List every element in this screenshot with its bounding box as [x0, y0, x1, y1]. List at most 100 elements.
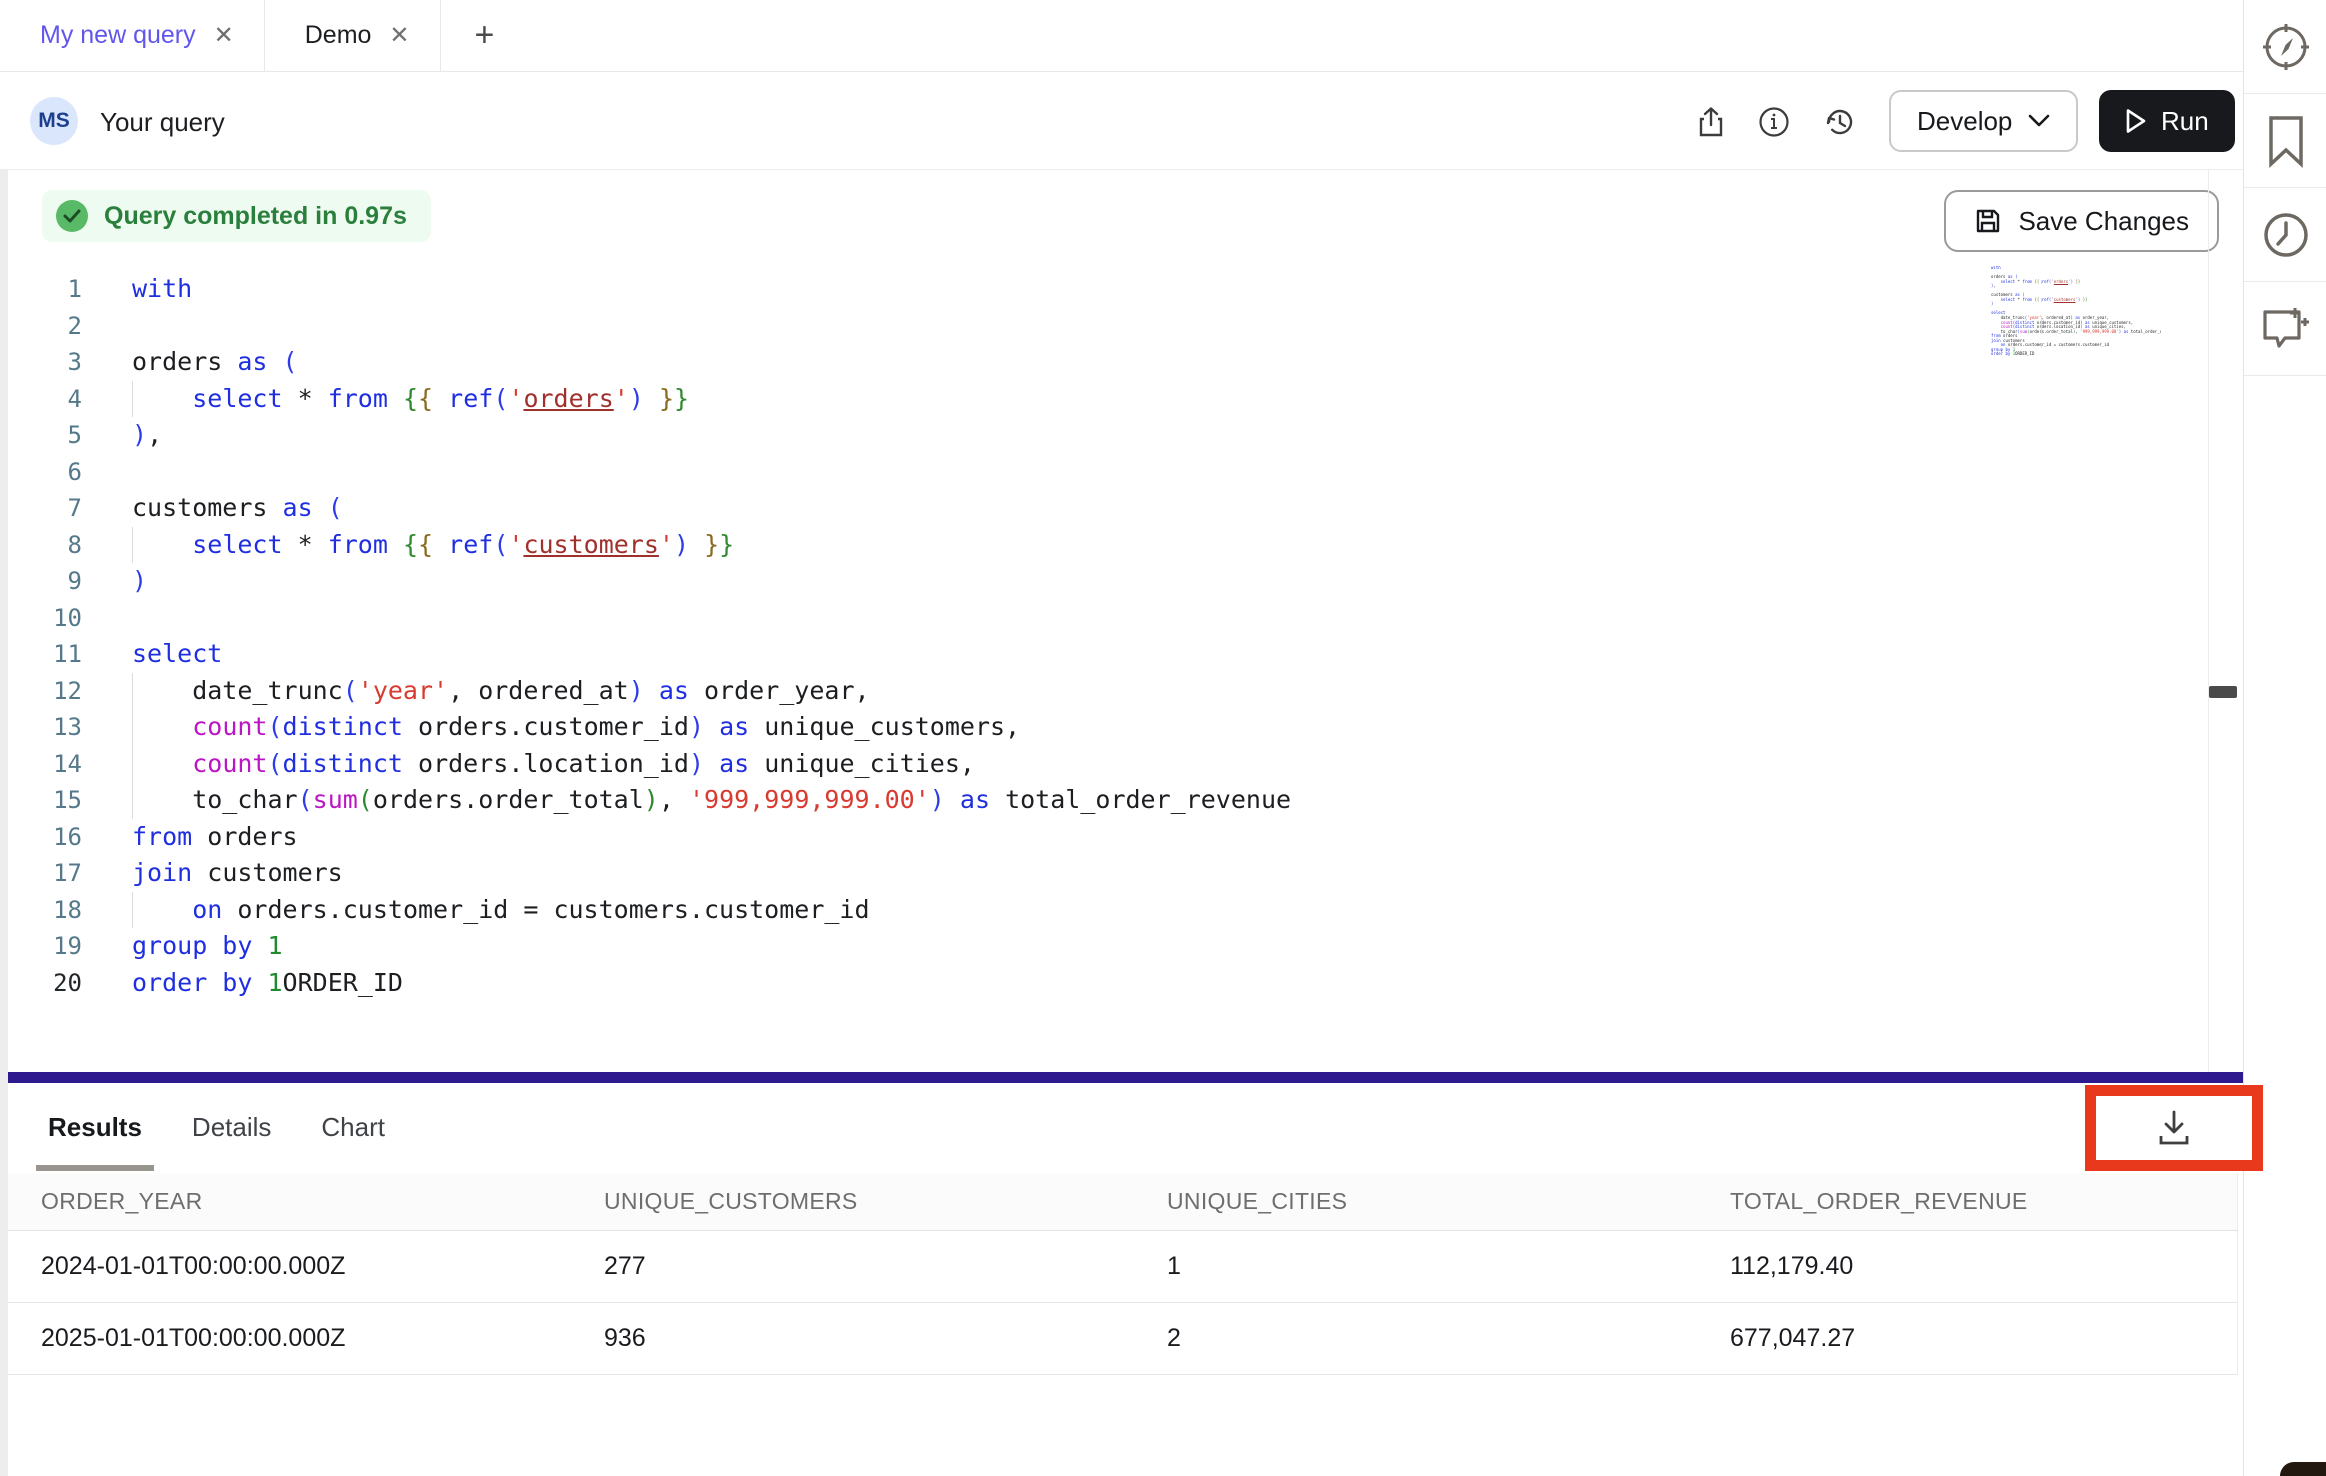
query-tab-bar: My new query✕Demo✕+ — [0, 0, 2243, 72]
code-line-19[interactable]: 19group by 1 — [8, 928, 2208, 965]
scrollbar-track — [2208, 170, 2209, 1072]
page-title: Your query — [100, 107, 225, 138]
tab-label: My new query — [40, 21, 196, 50]
annotation-highlight-box — [2085, 1085, 2263, 1171]
play-icon — [2125, 108, 2147, 134]
code-line-15[interactable]: 15 to_char(sum(orders.order_total), '999… — [8, 782, 2208, 819]
code-line-7[interactable]: 7customers as ( — [8, 490, 2208, 527]
code-line-10[interactable]: 10 — [8, 600, 2208, 637]
close-icon[interactable]: ✕ — [389, 24, 409, 48]
code-line-16[interactable]: 16from orders — [8, 819, 2208, 856]
left-gutter-strip — [0, 72, 8, 1476]
close-icon[interactable]: ✕ — [214, 24, 234, 48]
code-line-11[interactable]: 11select — [8, 636, 2208, 673]
line-number: 11 — [8, 636, 82, 673]
code-line-6[interactable]: 6 — [8, 454, 2208, 491]
line-number: 16 — [8, 819, 82, 856]
code-line-1[interactable]: 1with — [8, 271, 2208, 308]
column-header-order_year: ORDER_YEAR — [8, 1173, 571, 1230]
line-number: 18 — [8, 892, 82, 929]
code-line-20: order by 1ORDER_ID — [1991, 352, 2161, 357]
line-number: 15 — [8, 782, 82, 819]
chat-sparkles-icon[interactable] — [2244, 282, 2326, 376]
table-header-row: ORDER_YEARUNIQUE_CUSTOMERSUNIQUE_CITIEST… — [8, 1173, 2238, 1230]
develop-dropdown[interactable]: Develop — [1889, 90, 2078, 152]
check-icon — [56, 200, 88, 232]
line-number: 5 — [8, 417, 82, 454]
panel-resize-divider[interactable] — [8, 1072, 2243, 1083]
code-line-9[interactable]: 9) — [8, 563, 2208, 600]
table-cell: 277 — [571, 1230, 1134, 1302]
run-button[interactable]: Run — [2099, 90, 2235, 152]
code-line-4[interactable]: 4 select * from {{ ref('orders') }} — [8, 381, 2208, 418]
line-number: 1 — [8, 271, 82, 308]
code-line-12[interactable]: 12 date_trunc('year', ordered_at) as ord… — [8, 673, 2208, 710]
query-tab-my-new-query[interactable]: My new query ✕ — [0, 0, 265, 71]
line-number: 2 — [8, 308, 82, 345]
table-row: 2024-01-01T00:00:00.000Z2771112,179.40 — [8, 1230, 2238, 1302]
table-cell: 112,179.40 — [1697, 1230, 2238, 1302]
query-tab-demo[interactable]: Demo✕ — [265, 0, 441, 71]
results-tab-details[interactable]: Details — [192, 1083, 271, 1172]
line-number: 3 — [8, 344, 82, 381]
status-badge: Query completed in 0.97s — [42, 190, 431, 242]
corner-overlay — [2280, 1462, 2326, 1476]
develop-label: Develop — [1917, 106, 2012, 137]
results-table: ORDER_YEARUNIQUE_CUSTOMERSUNIQUE_CITIEST… — [8, 1173, 2238, 1375]
results-tab-chart[interactable]: Chart — [321, 1083, 385, 1172]
line-number: 19 — [8, 928, 82, 965]
save-changes-button[interactable]: Save Changes — [1944, 190, 2219, 252]
clock-icon[interactable] — [2244, 188, 2326, 282]
new-tab-button[interactable]: + — [441, 0, 529, 71]
line-number: 4 — [8, 381, 82, 418]
code-line-18[interactable]: 18 on orders.customer_id = customers.cus… — [8, 892, 2208, 929]
line-number: 7 — [8, 490, 82, 527]
run-label: Run — [2161, 106, 2209, 137]
table-cell: 2 — [1134, 1302, 1697, 1374]
table-cell: 677,047.27 — [1697, 1302, 2238, 1374]
compass-icon[interactable] — [2244, 0, 2326, 94]
query-header: MS Your query Develop — [0, 72, 2243, 170]
column-header-unique_customers: UNIQUE_CUSTOMERS — [571, 1173, 1134, 1230]
code-line-8[interactable]: 8 select * from {{ ref('customers') }} — [8, 527, 2208, 564]
table-cell: 2024-01-01T00:00:00.000Z — [8, 1230, 571, 1302]
share-icon[interactable] — [1695, 106, 1727, 138]
column-header-total_order_revenue: TOTAL_ORDER_REVENUE — [1697, 1173, 2238, 1230]
code-line-13[interactable]: 13 count(distinct orders.customer_id) as… — [8, 709, 2208, 746]
save-label: Save Changes — [2018, 206, 2189, 237]
line-number: 20 — [8, 965, 82, 1002]
table-cell: 2025-01-01T00:00:00.000Z — [8, 1302, 571, 1374]
code-line-2[interactable]: 2 — [8, 308, 2208, 345]
results-panel: Results Details Chart ORDER_YEARUNIQUE_CUS… — [8, 1083, 2243, 1476]
download-icon — [2154, 1109, 2194, 1147]
download-results-button[interactable] — [2096, 1096, 2252, 1160]
column-header-unique_cities: UNIQUE_CITIES — [1134, 1173, 1697, 1230]
line-number: 17 — [8, 855, 82, 892]
save-icon — [1974, 207, 2002, 235]
editor-minimap[interactable]: withorders as ( select * from {{ ref('or… — [1991, 266, 2161, 376]
status-message: Query completed in 0.97s — [104, 202, 407, 231]
line-number: 6 — [8, 454, 82, 491]
history-icon[interactable] — [1824, 106, 1856, 138]
scrollbar-thumb[interactable] — [2209, 686, 2237, 698]
app-window: My new query✕Demo✕+ — [0, 0, 2326, 1476]
info-icon[interactable] — [1758, 106, 1790, 138]
chevron-down-icon — [2028, 114, 2050, 128]
results-tab-results[interactable]: Results — [48, 1083, 142, 1172]
line-number: 12 — [8, 673, 82, 710]
line-number: 9 — [8, 563, 82, 600]
sql-editor-panel: Query completed in 0.97s Save Changes 1w… — [8, 170, 2243, 1072]
avatar: MS — [30, 97, 78, 145]
code-editor[interactable]: 1with23orders as (4 select * from {{ ref… — [8, 271, 2208, 1001]
code-line-17[interactable]: 17join customers — [8, 855, 2208, 892]
code-line-5[interactable]: 5), — [8, 417, 2208, 454]
table-cell: 1 — [1134, 1230, 1697, 1302]
line-number: 13 — [8, 709, 82, 746]
code-line-20[interactable]: 20order by 1ORDER_ID — [8, 965, 2208, 1002]
bookmark-icon[interactable] — [2244, 94, 2326, 188]
results-tab-bar: Results Details Chart — [8, 1083, 385, 1172]
table-row: 2025-01-01T00:00:00.000Z9362677,047.27 — [8, 1302, 2238, 1374]
code-line-3[interactable]: 3orders as ( — [8, 344, 2208, 381]
code-line-14[interactable]: 14 count(distinct orders.location_id) as… — [8, 746, 2208, 783]
line-number: 8 — [8, 527, 82, 564]
